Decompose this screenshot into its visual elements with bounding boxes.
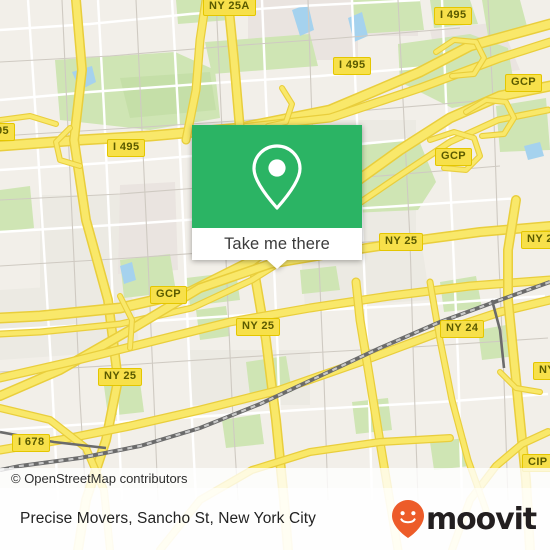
moovit-smiley-pin-icon: [391, 500, 424, 538]
road-label-shield: GCP: [150, 286, 188, 304]
road-label-shield: I 495: [434, 7, 473, 25]
moovit-wordmark: moovit: [425, 501, 537, 537]
map-attribution-bar: © OpenStreetMap contributors: [0, 468, 550, 488]
road-label-shield: I 678: [12, 434, 51, 452]
road-label-shield: NY 25A: [203, 0, 256, 16]
road-label-shield: NY 25: [521, 231, 550, 249]
place-title: Precise Movers, Sancho St, New York City: [20, 510, 317, 527]
road-label-shield: NY: [533, 362, 550, 380]
take-me-there-label: Take me there: [224, 234, 330, 253]
callout-action-bar[interactable]: Take me there: [192, 228, 362, 269]
road-label-shield: NY 25: [379, 233, 424, 251]
road-label-shield: NY 25: [236, 318, 281, 336]
road-label-shield: NY 25: [98, 368, 143, 386]
road-label-shield: GCP: [505, 74, 543, 92]
road-label-shield: NY 24: [440, 320, 485, 338]
footer-bar: Precise Movers, Sancho St, New York City…: [0, 488, 550, 550]
map-canvas[interactable]: .bg { fill:#f2efe9; } .blk { fill:#eceae…: [0, 0, 550, 550]
road-label-shield: I 495: [333, 57, 372, 75]
location-pin-icon: [252, 143, 302, 210]
callout-pointer-tail: [267, 260, 287, 269]
callout-image-panel: [192, 125, 362, 228]
map-screenshot: .bg { fill:#f2efe9; } .blk { fill:#eceae…: [0, 0, 550, 550]
map-place-callout[interactable]: Take me there: [192, 125, 362, 269]
road-label-shield: I 495: [107, 139, 146, 157]
attribution-text[interactable]: © OpenStreetMap contributors: [0, 471, 188, 486]
moovit-logo[interactable]: moovit: [391, 499, 537, 539]
road-label-shield: GCP: [435, 148, 473, 166]
road-label-shield: 95: [0, 123, 16, 141]
